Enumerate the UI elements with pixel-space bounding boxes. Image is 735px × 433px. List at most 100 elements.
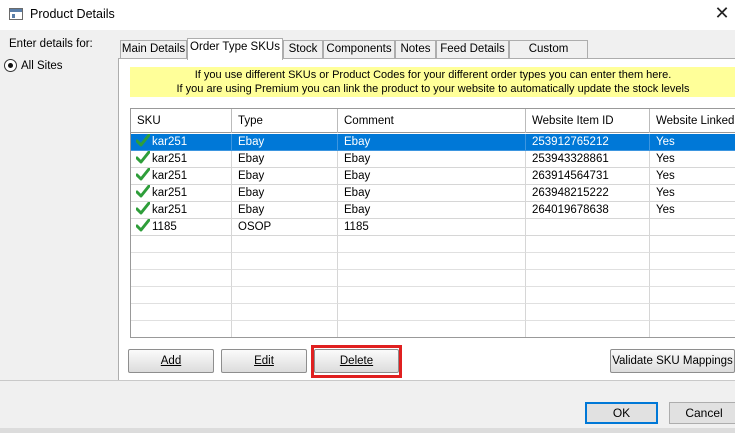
- table-row[interactable]: kar251 Ebay Ebay 253943328861 Yes: [131, 150, 735, 168]
- column-header-type[interactable]: Type: [232, 109, 338, 133]
- website-item-id-cell[interactable]: [526, 219, 650, 236]
- tab-notes[interactable]: Notes: [395, 40, 436, 59]
- sku-grid[interactable]: SKU Type Comment Website Item ID Website…: [130, 108, 735, 338]
- sku-value: kar251: [152, 204, 188, 216]
- tab-feed-details[interactable]: Feed Details: [436, 40, 509, 59]
- website-item-id-cell[interactable]: [526, 270, 650, 287]
- type-cell[interactable]: Ebay: [232, 202, 338, 219]
- table-row[interactable]: 1185 OSOP 1185: [131, 218, 735, 236]
- table-row[interactable]: kar251 Ebay Ebay 253912765212 Yes: [131, 133, 735, 151]
- comment-cell[interactable]: Ebay: [338, 151, 526, 168]
- sku-cell[interactable]: kar251: [131, 150, 232, 168]
- empty-table-row[interactable]: [131, 321, 735, 337]
- comment-cell[interactable]: [338, 304, 526, 321]
- sku-cell[interactable]: [131, 270, 232, 287]
- website-item-id-cell[interactable]: 253912765212: [526, 134, 650, 151]
- ok-button[interactable]: OK: [585, 402, 658, 424]
- website-linked-cell[interactable]: [650, 236, 735, 253]
- tab-stock[interactable]: Stock: [283, 40, 323, 59]
- website-item-id-cell[interactable]: [526, 321, 650, 337]
- comment-cell[interactable]: Ebay: [338, 168, 526, 185]
- comment-cell[interactable]: Ebay: [338, 134, 526, 151]
- type-cell[interactable]: [232, 253, 338, 270]
- edit-button[interactable]: Edit: [221, 349, 307, 373]
- tab-custom-values[interactable]: Custom Values: [509, 40, 588, 72]
- type-cell[interactable]: [232, 236, 338, 253]
- all-sites-option[interactable]: All Sites: [4, 59, 63, 72]
- website-item-id-cell[interactable]: 263914564731: [526, 168, 650, 185]
- empty-table-row[interactable]: [131, 236, 735, 253]
- website-linked-cell[interactable]: Yes: [650, 134, 735, 151]
- table-row[interactable]: kar251 Ebay Ebay 263948215222 Yes: [131, 184, 735, 202]
- type-value: OSOP: [238, 221, 272, 233]
- website-linked-cell[interactable]: [650, 287, 735, 304]
- website-item-id-cell[interactable]: 264019678638: [526, 202, 650, 219]
- sku-cell[interactable]: 1185: [131, 218, 232, 236]
- website-linked-cell[interactable]: [650, 304, 735, 321]
- website-linked-cell[interactable]: Yes: [650, 185, 735, 202]
- website-linked-value: Yes: [656, 170, 675, 182]
- comment-cell[interactable]: 1185: [338, 219, 526, 236]
- column-header-sku[interactable]: SKU: [131, 109, 232, 133]
- table-row[interactable]: kar251 Ebay Ebay 263914564731 Yes: [131, 167, 735, 185]
- website-linked-cell[interactable]: [650, 219, 735, 236]
- type-cell[interactable]: OSOP: [232, 219, 338, 236]
- website-linked-cell[interactable]: Yes: [650, 202, 735, 219]
- empty-table-row[interactable]: [131, 270, 735, 287]
- website-linked-cell[interactable]: Yes: [650, 168, 735, 185]
- tab-components[interactable]: Components: [323, 40, 395, 59]
- column-header-comment[interactable]: Comment: [338, 109, 526, 133]
- website-item-id-cell[interactable]: 263948215222: [526, 185, 650, 202]
- type-cell[interactable]: Ebay: [232, 168, 338, 185]
- sku-cell[interactable]: [131, 236, 232, 253]
- website-linked-cell[interactable]: [650, 321, 735, 337]
- comment-cell[interactable]: [338, 321, 526, 337]
- website-linked-cell[interactable]: [650, 270, 735, 287]
- radio-button[interactable]: [4, 59, 17, 72]
- tab-order-type-skus[interactable]: Order Type SKUs: [187, 38, 283, 60]
- cancel-button[interactable]: Cancel: [669, 402, 735, 424]
- sku-value: 1185: [152, 221, 177, 233]
- comment-cell[interactable]: [338, 253, 526, 270]
- sku-cell[interactable]: kar251: [131, 167, 232, 185]
- sku-cell[interactable]: kar251: [131, 201, 232, 219]
- website-item-id-cell[interactable]: [526, 304, 650, 321]
- type-cell[interactable]: [232, 270, 338, 287]
- type-cell[interactable]: [232, 321, 338, 337]
- website-item-id-cell[interactable]: [526, 253, 650, 270]
- check-icon: [135, 167, 151, 181]
- empty-table-row[interactable]: [131, 287, 735, 304]
- validate-sku-mappings-button[interactable]: Validate SKU Mappings: [610, 349, 735, 373]
- type-cell[interactable]: [232, 304, 338, 321]
- website-item-id-cell[interactable]: 253943328861: [526, 151, 650, 168]
- website-linked-cell[interactable]: Yes: [650, 151, 735, 168]
- type-cell[interactable]: Ebay: [232, 151, 338, 168]
- sku-cell[interactable]: [131, 287, 232, 304]
- type-cell[interactable]: Ebay: [232, 185, 338, 202]
- add-button[interactable]: Add: [128, 349, 214, 373]
- sku-cell[interactable]: kar251: [131, 133, 232, 151]
- website-linked-cell[interactable]: [650, 253, 735, 270]
- comment-cell[interactable]: [338, 270, 526, 287]
- website-item-id-cell[interactable]: [526, 236, 650, 253]
- type-cell[interactable]: Ebay: [232, 134, 338, 151]
- comment-cell[interactable]: Ebay: [338, 185, 526, 202]
- sku-value: kar251: [152, 170, 188, 182]
- sku-cell[interactable]: [131, 304, 232, 321]
- sku-cell[interactable]: [131, 253, 232, 270]
- column-header-website-item-id[interactable]: Website Item ID: [526, 109, 650, 133]
- table-row[interactable]: kar251 Ebay Ebay 264019678638 Yes: [131, 201, 735, 219]
- tab-main-details[interactable]: Main Details: [120, 40, 187, 59]
- type-cell[interactable]: [232, 287, 338, 304]
- comment-cell[interactable]: [338, 287, 526, 304]
- close-icon[interactable]: ✕: [712, 3, 732, 25]
- website-item-id-value: 253912765212: [532, 136, 609, 148]
- empty-table-row[interactable]: [131, 253, 735, 270]
- comment-cell[interactable]: [338, 236, 526, 253]
- sku-cell[interactable]: kar251: [131, 184, 232, 202]
- comment-cell[interactable]: Ebay: [338, 202, 526, 219]
- website-item-id-cell[interactable]: [526, 287, 650, 304]
- sku-cell[interactable]: [131, 321, 232, 337]
- column-header-website-linked[interactable]: Website Linked: [650, 109, 735, 133]
- empty-table-row[interactable]: [131, 304, 735, 321]
